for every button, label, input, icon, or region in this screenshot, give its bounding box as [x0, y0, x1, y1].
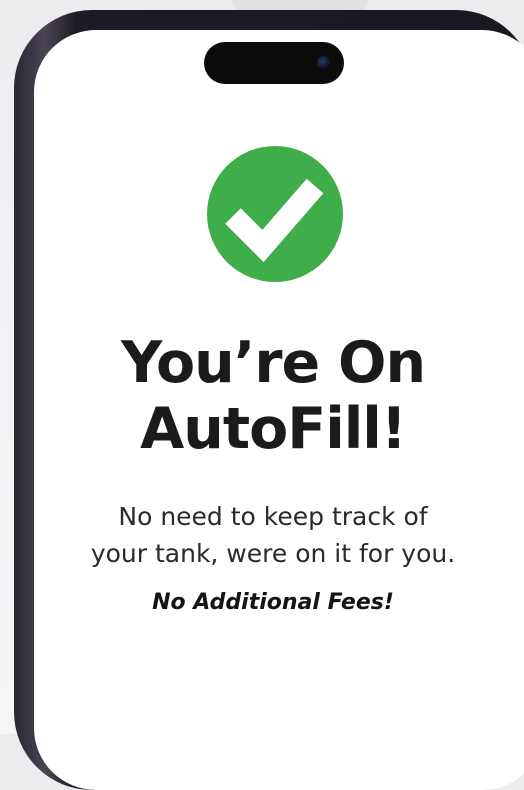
check-badge-circle — [207, 146, 343, 282]
headline-line-1: You’re On — [120, 330, 426, 396]
dynamic-island — [204, 42, 344, 84]
message-line-1: No need to keep track of — [118, 502, 428, 531]
fee-note: No Additional Fees! — [152, 590, 394, 615]
front-camera-icon — [317, 56, 330, 69]
checkmark-circle-icon — [207, 146, 343, 282]
confirmation-headline: You’re On AutoFill! — [34, 330, 512, 462]
headline-line-2: AutoFill! — [140, 396, 407, 462]
confirmation-message: No need to keep track of your tank, were … — [50, 498, 496, 572]
message-line-2: your tank, were on it for you. — [90, 539, 456, 568]
